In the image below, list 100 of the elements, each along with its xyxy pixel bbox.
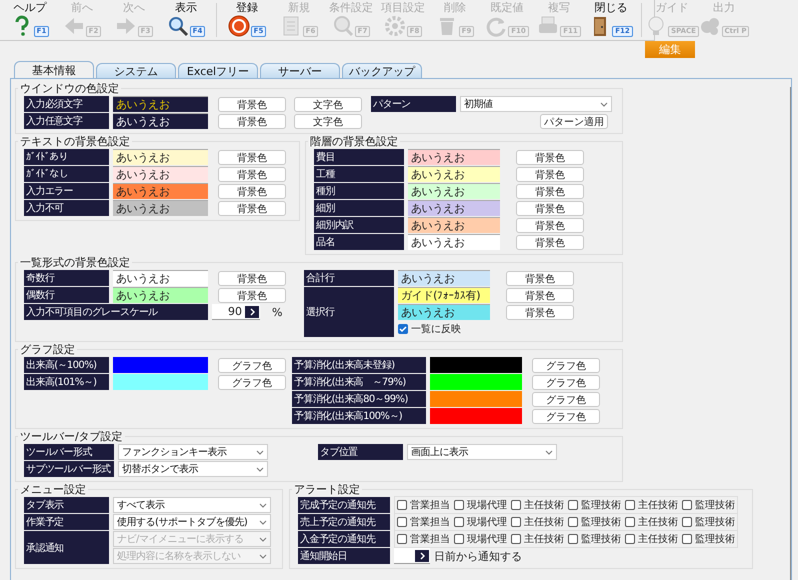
background-color-button[interactable]: 背景色 xyxy=(506,304,574,320)
search-icon xyxy=(166,15,189,37)
recipient-checkbox[interactable]: 現場代理 xyxy=(454,515,507,529)
section-title: テキストの背景色設定 xyxy=(19,134,131,149)
arrow-button-icon[interactable] xyxy=(415,550,429,562)
recipient-checkbox[interactable]: 主任技術 xyxy=(511,532,564,546)
text-color-button[interactable]: 文字色 xyxy=(294,96,362,112)
background-color-button[interactable]: 背景色 xyxy=(516,218,584,232)
color-sample: あいうえお xyxy=(113,200,208,216)
section-title: 階層の背景色設定 xyxy=(309,134,399,149)
background-color-button[interactable]: 背景色 xyxy=(218,270,286,286)
color-sample: あいうえお xyxy=(113,287,208,303)
color-sample: あいうえお xyxy=(113,149,208,165)
recipient-checkbox[interactable]: 監理技術 xyxy=(568,515,621,529)
tab[interactable]: 基本情報 xyxy=(14,61,94,78)
background-color-button[interactable]: 背景色 xyxy=(506,288,574,302)
field-label: 出来高(～100%) xyxy=(24,357,109,373)
dropdown[interactable]: 使用する(サポートタブを優先) xyxy=(113,514,271,530)
color-sample: あいうえお xyxy=(113,183,208,199)
field-label: 通知開始日 xyxy=(298,548,390,564)
background-color-button[interactable]: 背景色 xyxy=(218,114,286,128)
field-label: タブ表示 xyxy=(24,497,109,513)
section-title: ツールバー/タブ設定 xyxy=(19,429,124,444)
graph-color-button[interactable]: グラフ色 xyxy=(532,358,600,372)
recipient-checkbox[interactable]: 監理技術 xyxy=(568,532,621,546)
number-field[interactable] xyxy=(394,548,430,564)
refresh-icon xyxy=(485,15,508,37)
dropdown[interactable]: 画面上に表示 xyxy=(407,444,557,460)
color-sample: あいうえお xyxy=(408,217,500,233)
dropdown[interactable]: すべて表示 xyxy=(113,497,271,513)
recipient-checkbox[interactable]: 監理技術 xyxy=(682,515,735,529)
dropdown[interactable]: ファンクションキー表示 xyxy=(118,444,268,460)
background-color-button[interactable]: 背景色 xyxy=(218,288,286,302)
chevron-icon xyxy=(256,450,264,454)
field-label: 合計行 xyxy=(304,270,394,286)
graph-color-button[interactable]: グラフ色 xyxy=(218,374,286,390)
background-color-button[interactable]: 背景色 xyxy=(516,166,584,182)
background-color-button[interactable]: 背景色 xyxy=(218,184,286,198)
recipient-checkbox[interactable]: 営業担当 xyxy=(397,498,450,512)
background-color-button[interactable]: 背景色 xyxy=(218,96,286,112)
field-label: 入金予定の通知先 xyxy=(298,531,390,547)
chevron-icon xyxy=(600,102,608,106)
background-color-button[interactable]: 背景色 xyxy=(516,184,584,198)
color-sample: あいうえお xyxy=(408,149,500,165)
unit-label: % xyxy=(272,306,282,318)
recipient-checkbox[interactable]: 現場代理 xyxy=(454,532,507,546)
color-sample: あいうえお xyxy=(408,166,500,182)
recipient-checkbox[interactable]: 監理技術 xyxy=(682,532,735,546)
graph-color-button[interactable]: グラフ色 xyxy=(218,358,286,372)
tab[interactable]: バックアップ xyxy=(342,63,422,78)
output-icon xyxy=(698,15,721,37)
recipient-checkbox[interactable]: 主任技術 xyxy=(511,515,564,529)
number-field[interactable]: 90 xyxy=(212,304,260,320)
apply-pattern-button[interactable]: パターン適用 xyxy=(540,114,608,128)
notice-text: 日前から通知する xyxy=(434,548,522,564)
recipient-checkbox[interactable]: 営業担当 xyxy=(397,515,450,529)
tab[interactable]: Excelフリー xyxy=(178,63,258,78)
graph-color-button[interactable]: グラフ色 xyxy=(532,374,600,390)
right-arrow-icon xyxy=(114,15,137,37)
graph-color-button[interactable]: グラフ色 xyxy=(532,408,600,424)
left-arrow-icon xyxy=(62,15,85,37)
field-label: 予算消化(出来高80～99%) xyxy=(292,391,426,407)
section-title: アラート設定 xyxy=(293,482,361,497)
reflect-checkbox[interactable]: 一覧に反映 xyxy=(398,322,461,336)
background-color-button[interactable]: 背景色 xyxy=(516,200,584,216)
field-label: 種別 xyxy=(314,183,404,199)
background-color-button[interactable]: 背景色 xyxy=(516,150,584,164)
recipient-checkbox[interactable]: 主任技術 xyxy=(625,532,678,546)
field-label: 偶数行 xyxy=(24,287,109,303)
tab[interactable]: システム xyxy=(96,63,176,78)
recipient-checkbox[interactable]: 監理技術 xyxy=(682,498,735,512)
background-color-button[interactable]: 背景色 xyxy=(218,150,286,164)
background-color-button[interactable]: 背景色 xyxy=(516,234,584,250)
field-label: 入力必須文字 xyxy=(24,96,109,112)
dropdown[interactable]: 切替ボタンで表示 xyxy=(118,461,268,477)
recipient-checkbox[interactable]: 主任技術 xyxy=(625,498,678,512)
recipient-checkbox[interactable]: 監理技術 xyxy=(568,498,621,512)
field-label: 作業予定 xyxy=(24,514,109,530)
field-label: 細別内訳 xyxy=(314,217,404,233)
field-label: 予算消化(出来高100%～) xyxy=(292,408,426,424)
recipient-checkbox[interactable]: 現場代理 xyxy=(454,498,507,512)
background-color-button[interactable]: 背景色 xyxy=(218,200,286,216)
field-label: 品名 xyxy=(314,234,404,250)
color-sample: あいうえお xyxy=(408,200,500,216)
field-label: 奇数行 xyxy=(24,270,109,286)
chevron-icon xyxy=(259,502,267,508)
arrow-button-icon[interactable] xyxy=(245,306,259,318)
field-label: 入力不可 xyxy=(24,200,109,216)
recipient-checkbox[interactable]: 主任技術 xyxy=(511,498,564,512)
tab[interactable]: サーバー xyxy=(260,63,340,78)
background-color-button[interactable]: 背景色 xyxy=(218,166,286,182)
recipient-checkbox[interactable]: 主任技術 xyxy=(625,515,678,529)
color-sample: あいうえお xyxy=(113,113,208,129)
recipient-checkbox[interactable]: 営業担当 xyxy=(397,532,450,546)
color-sample: あいうえお xyxy=(408,234,500,250)
field-label: 予算消化(出来高未登録) xyxy=(292,357,426,373)
background-color-button[interactable]: 背景色 xyxy=(506,270,574,286)
pattern-dropdown[interactable]: 初期値 xyxy=(460,96,612,112)
graph-color-button[interactable]: グラフ色 xyxy=(532,392,600,406)
text-color-button[interactable]: 文字色 xyxy=(294,114,362,128)
